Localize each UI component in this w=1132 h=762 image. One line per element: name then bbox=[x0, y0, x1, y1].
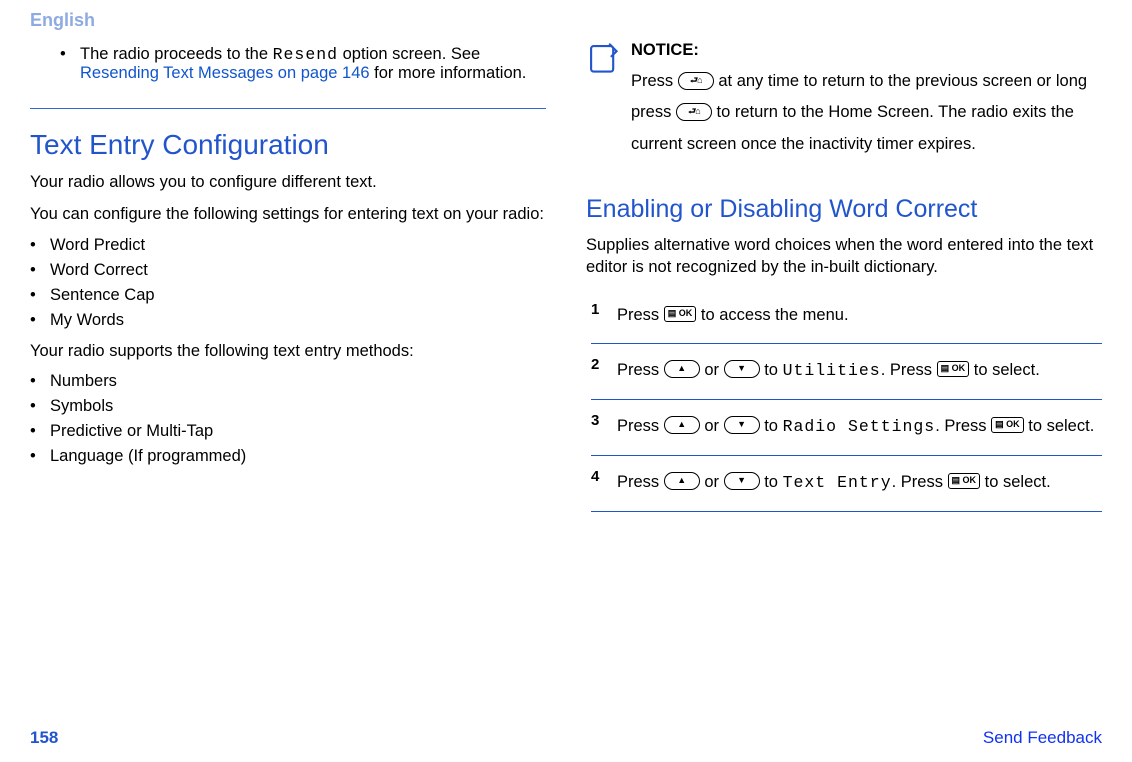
notice-body: NOTICE: Press at any time to return to t… bbox=[631, 41, 1102, 170]
list-item: •Word Correct bbox=[30, 261, 546, 280]
steps-list: 1 Press ▤ OK to access the menu. 2 Press… bbox=[591, 289, 1102, 512]
list-item: •Word Predict bbox=[30, 236, 546, 255]
text: Press bbox=[617, 417, 664, 435]
text: . Press bbox=[935, 417, 991, 435]
footer: 158 Send Feedback bbox=[30, 728, 1102, 748]
step-body: Press ▤ OK to access the menu. bbox=[617, 301, 1102, 329]
resend-mono: Resend bbox=[273, 45, 338, 64]
notice-icon bbox=[586, 41, 631, 170]
page-number: 158 bbox=[30, 728, 58, 748]
list-item: •My Words bbox=[30, 311, 546, 330]
list-item: •Numbers bbox=[30, 372, 546, 391]
step-1: 1 Press ▤ OK to access the menu. bbox=[591, 289, 1102, 344]
paragraph: You can configure the following settings… bbox=[30, 203, 546, 225]
ok-key-icon: ▤ OK bbox=[991, 417, 1024, 433]
text: The radio proceeds to the bbox=[80, 45, 273, 63]
text: to bbox=[764, 417, 782, 435]
text: Press bbox=[617, 361, 664, 379]
step-body: Press or to Radio Settings. Press ▤ OK t… bbox=[617, 412, 1102, 441]
resending-link[interactable]: Resending Text Messages on page 146 bbox=[80, 64, 370, 82]
text: or bbox=[704, 361, 723, 379]
text: . Press bbox=[892, 473, 948, 491]
down-key-icon bbox=[724, 472, 760, 490]
send-feedback-link[interactable]: Send Feedback bbox=[983, 728, 1102, 748]
text: to select. bbox=[1028, 417, 1094, 435]
text: Press bbox=[631, 72, 678, 90]
text: . Press bbox=[881, 361, 937, 379]
up-key-icon bbox=[664, 416, 700, 434]
paragraph: Your radio allows you to configure diffe… bbox=[30, 171, 546, 193]
list-label: Word Predict bbox=[50, 236, 145, 255]
ok-key-icon: ▤ OK bbox=[948, 473, 981, 489]
step-3: 3 Press or to Radio Settings. Press ▤ OK… bbox=[591, 400, 1102, 456]
text-entry-config-heading: Text Entry Configuration bbox=[30, 129, 546, 161]
list-item: •Predictive or Multi-Tap bbox=[30, 422, 546, 441]
step-number: 3 bbox=[591, 412, 617, 441]
list-label: My Words bbox=[50, 311, 124, 330]
text: Press bbox=[617, 306, 664, 324]
list-item: •Language (If programmed) bbox=[30, 447, 546, 466]
step-4: 4 Press or to Text Entry. Press ▤ OK to … bbox=[591, 456, 1102, 512]
up-key-icon bbox=[664, 360, 700, 378]
notice-block: NOTICE: Press at any time to return to t… bbox=[586, 41, 1102, 170]
step-number: 2 bbox=[591, 356, 617, 385]
back-home-key-icon bbox=[676, 103, 712, 121]
intro-paragraph: Supplies alternative word choices when t… bbox=[586, 234, 1102, 279]
ok-key-icon: ▤ OK bbox=[937, 361, 970, 377]
back-home-key-icon bbox=[678, 72, 714, 90]
text: to select. bbox=[974, 361, 1040, 379]
methods-list: •Numbers •Symbols •Predictive or Multi-T… bbox=[30, 372, 546, 466]
step-2: 2 Press or to Utilities. Press ▤ OK to s… bbox=[591, 344, 1102, 400]
step-body: Press or to Text Entry. Press ▤ OK to se… bbox=[617, 468, 1102, 497]
list-label: Predictive or Multi-Tap bbox=[50, 422, 213, 441]
ok-key-icon: ▤ OK bbox=[664, 306, 697, 322]
text: to select. bbox=[985, 473, 1051, 491]
list-item: •Sentence Cap bbox=[30, 286, 546, 305]
resend-bullet: • The radio proceeds to the Resend optio… bbox=[60, 45, 546, 83]
config-list: •Word Predict •Word Correct •Sentence Ca… bbox=[30, 236, 546, 330]
down-key-icon bbox=[724, 360, 760, 378]
text: to bbox=[764, 473, 782, 491]
list-label: Symbols bbox=[50, 397, 113, 416]
down-key-icon bbox=[724, 416, 760, 434]
bullet-text: The radio proceeds to the Resend option … bbox=[80, 45, 546, 83]
text: option screen. See bbox=[338, 45, 480, 63]
notice-paragraph: Press at any time to return to the previ… bbox=[631, 66, 1102, 160]
paragraph: Your radio supports the following text e… bbox=[30, 340, 546, 362]
list-label: Sentence Cap bbox=[50, 286, 155, 305]
list-label: Word Correct bbox=[50, 261, 148, 280]
up-key-icon bbox=[664, 472, 700, 490]
notice-label: NOTICE: bbox=[631, 41, 699, 59]
text: to access the menu. bbox=[701, 306, 849, 324]
utilities-mono: Utilities bbox=[783, 361, 881, 380]
step-number: 1 bbox=[591, 301, 617, 329]
header-language: English bbox=[30, 10, 1102, 31]
text-entry-mono: Text Entry bbox=[783, 473, 892, 492]
list-label: Numbers bbox=[50, 372, 117, 391]
right-column: NOTICE: Press at any time to return to t… bbox=[586, 41, 1102, 512]
list-label: Language (If programmed) bbox=[50, 447, 246, 466]
bullet-dot: • bbox=[60, 45, 80, 83]
text: or bbox=[704, 417, 723, 435]
left-column: • The radio proceeds to the Resend optio… bbox=[30, 41, 546, 512]
list-item: •Symbols bbox=[30, 397, 546, 416]
text: for more information. bbox=[370, 64, 527, 82]
text: Press bbox=[617, 473, 664, 491]
word-correct-heading: Enabling or Disabling Word Correct bbox=[586, 195, 1102, 224]
step-body: Press or to Utilities. Press ▤ OK to sel… bbox=[617, 356, 1102, 385]
step-number: 4 bbox=[591, 468, 617, 497]
radio-settings-mono: Radio Settings bbox=[783, 417, 936, 436]
section-divider bbox=[30, 108, 546, 109]
text: or bbox=[704, 473, 723, 491]
text: to bbox=[764, 361, 782, 379]
